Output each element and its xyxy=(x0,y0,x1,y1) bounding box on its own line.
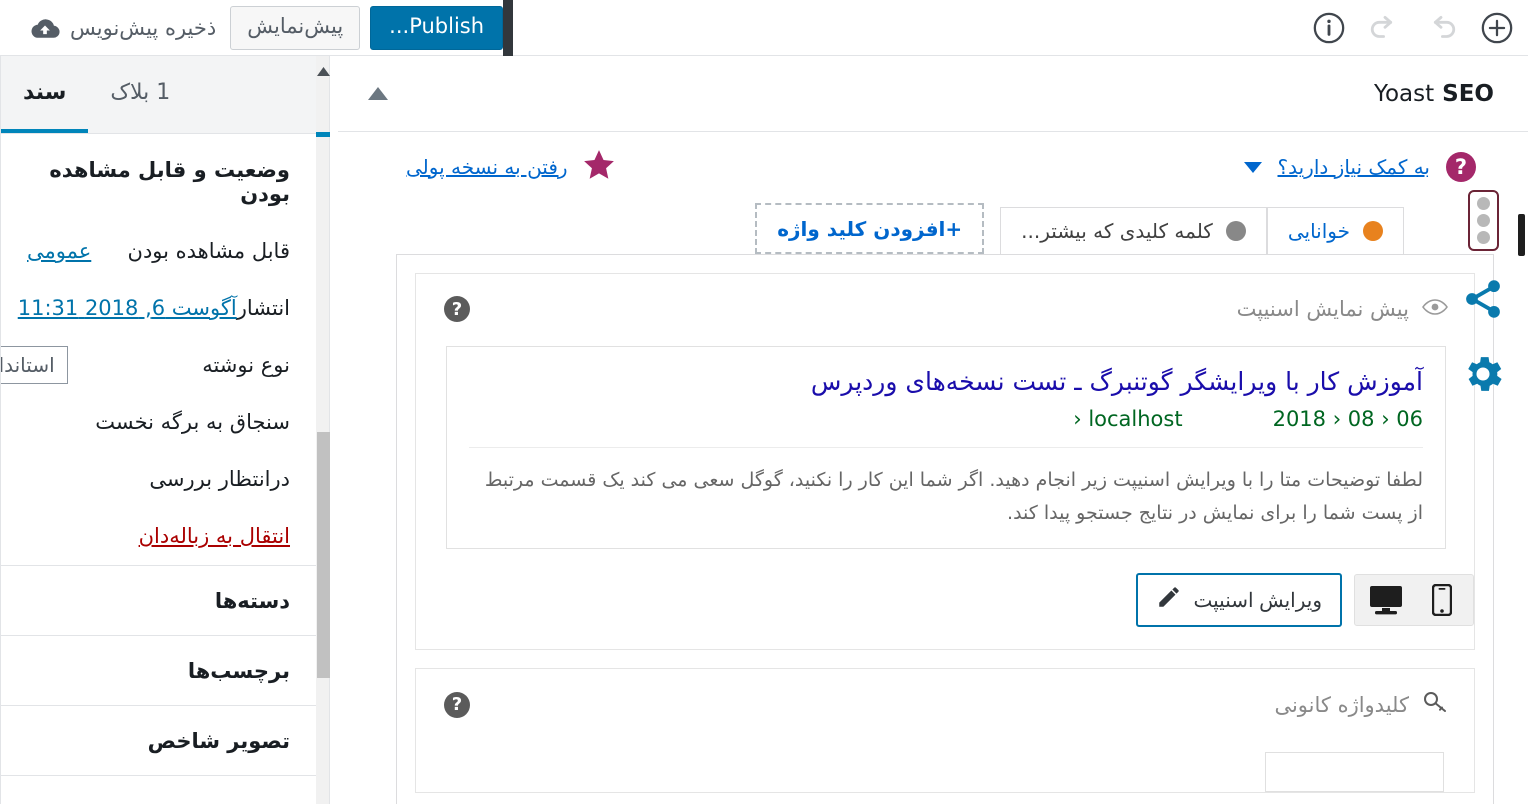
sidebar-tab-block[interactable]: 1 بلاک xyxy=(88,56,192,133)
yoast-analysis-card: پیش نمایش اسنیپت ? آموزش کار با ویرایشگر… xyxy=(396,254,1494,804)
snippet-title[interactable]: آموزش کار با ویرایشگر گوتنبرگ ـ تست نسخه… xyxy=(469,365,1423,399)
snippet-help-icon[interactable]: ? xyxy=(444,296,470,322)
edit-snippet-button[interactable]: ویرایش اسنیپت xyxy=(1135,573,1342,628)
gear-icon[interactable] xyxy=(1459,351,1507,401)
row-publish-date-value[interactable]: آگوست 6, 2018 11:31 xyxy=(18,296,237,320)
save-draft-button[interactable]: ذخیره پیش‌نویس xyxy=(30,16,216,40)
panel-tags[interactable]: برچسب‌ها xyxy=(1,635,316,705)
editor-rail-strip xyxy=(503,0,514,56)
yoast-analysis-tabs: خوانایی کلمه کلیدی که بیشتر... +افزودن ک… xyxy=(396,202,1494,254)
snippet-actions: ویرایش اسنیپت xyxy=(416,549,1474,649)
snippet-description: لطفا توضیحات متا را با ویرایش اسنیپت زیر… xyxy=(469,446,1423,531)
share-icon[interactable] xyxy=(1459,277,1507,325)
help-question-icon[interactable]: ? xyxy=(1446,152,1476,182)
row-publish-date-label: انتشار xyxy=(236,295,290,320)
document-sidebar: سند 1 بلاک وضعیت و قابل مشاهده بودن قابل… xyxy=(0,56,316,804)
edit-snippet-label: ویرایش اسنیپت xyxy=(1193,589,1323,612)
row-post-format-label: نوع نوشته xyxy=(202,352,290,377)
info-icon[interactable] xyxy=(1312,11,1346,45)
row-visibility-value[interactable]: عمومی xyxy=(27,239,91,263)
row-visibility-label: قابل مشاهده بودن xyxy=(127,238,290,263)
pencil-icon xyxy=(1156,584,1182,616)
sidebar-scrollbar-thumb[interactable] xyxy=(317,432,330,678)
status-visibility-heading: وضعیت و قابل مشاهده بودن xyxy=(49,158,290,206)
row-stick-to-front-label: سنجاق به برگه نخست xyxy=(95,409,290,434)
focus-keyword-header: کلیدواژه کانونی ? xyxy=(416,669,1474,732)
traffic-light-dot-middle xyxy=(1476,214,1490,227)
sidebar-tabs: سند 1 بلاک xyxy=(1,56,316,134)
snippet-url-host: localhost ‹ xyxy=(1073,406,1183,431)
row-pending-review[interactable]: درانتظار بررسی xyxy=(1,450,316,507)
yoast-panel-body: ? به کمک نیاز دارید؟ رفتن به نسخه پولی خ… xyxy=(338,132,1528,804)
sidebar-scrollbar[interactable] xyxy=(316,56,330,804)
tab-focus-keyword[interactable]: کلمه کلیدی که بیشتر... xyxy=(1000,207,1267,254)
collapse-panel-icon[interactable] xyxy=(368,87,388,100)
move-to-trash[interactable]: انتقال به زباله‌دان xyxy=(1,507,316,565)
go-premium-link[interactable]: رفتن به نسخه پولی xyxy=(406,155,568,179)
yoast-title-seo: SEO xyxy=(1442,80,1494,107)
row-publish-date[interactable]: انتشار آگوست 6, 2018 11:31 xyxy=(1,279,316,336)
save-draft-label: ذخیره پیش‌نویس xyxy=(70,16,217,40)
need-help-group[interactable]: ? به کمک نیاز دارید؟ xyxy=(1243,152,1476,182)
post-format-select[interactable]: استاندارد xyxy=(1,345,68,384)
yoast-sidebar-rail xyxy=(1444,190,1522,401)
top-toolbar: Publish... پیش‌نمایش ذخیره پیش‌نویس xyxy=(0,0,1528,56)
focus-keyword-card: کلیدواژه کانونی ? xyxy=(415,668,1475,794)
sidebar-accent-marker xyxy=(316,132,330,137)
sidebar-bottom-divider xyxy=(1,775,316,776)
yoast-help-row: ? به کمک نیاز دارید؟ رفتن به نسخه پولی xyxy=(396,132,1494,202)
tab-focus-keyword-label: کلمه کلیدی که بیشتر... xyxy=(1021,219,1213,243)
mobile-icon[interactable] xyxy=(1419,580,1465,620)
chevron-down-icon[interactable] xyxy=(1243,161,1262,173)
focus-keyword-title-group: کلیدواژه کانونی xyxy=(1274,691,1448,718)
traffic-light-dot-top xyxy=(1476,197,1490,210)
focus-keyword-help-icon[interactable]: ? xyxy=(444,691,470,718)
focus-keyword-input[interactable] xyxy=(1265,752,1444,793)
premium-upsell-group[interactable]: رفتن به نسخه پولی xyxy=(406,148,616,186)
move-to-trash-link[interactable]: انتقال به زباله‌دان xyxy=(139,524,290,548)
star-icon xyxy=(582,148,616,186)
add-keyword-button[interactable]: +افزودن کلید واژه xyxy=(755,203,985,254)
sidebar-tab-document[interactable]: سند xyxy=(1,56,89,133)
keyword-status-dot-icon xyxy=(1225,221,1246,241)
need-help-link[interactable]: به کمک نیاز دارید؟ xyxy=(1278,155,1431,179)
yoast-seo-panel: Yoast SEO ? به کمک نیاز دارید؟ رفتن به ن… xyxy=(338,56,1528,804)
panel-categories[interactable]: دسته‌ها xyxy=(1,565,316,635)
row-post-format[interactable]: نوع نوشته استاندارد xyxy=(1,336,316,393)
scroll-up-arrow-icon[interactable] xyxy=(316,62,330,80)
preview-button[interactable]: پیش‌نمایش xyxy=(230,6,361,50)
readability-status-dot-icon xyxy=(1363,221,1383,241)
yoast-title-word: Yoast xyxy=(1373,80,1435,107)
add-block-icon[interactable] xyxy=(1480,11,1514,45)
row-stick-to-front[interactable]: سنجاق به برگه نخست xyxy=(1,393,316,450)
publish-button[interactable]: Publish... xyxy=(370,6,504,50)
focus-keyword-label: کلیدواژه کانونی xyxy=(1274,692,1409,717)
snippet-preview-header: پیش نمایش اسنیپت ? xyxy=(416,274,1474,336)
cloud-upload-icon xyxy=(30,17,60,39)
top-toolbar-right-group xyxy=(1312,0,1514,56)
snippet-preview-card: پیش نمایش اسنیپت ? آموزش کار با ویرایشگر… xyxy=(415,273,1475,651)
panel-featured-image[interactable]: تصویر شاخص xyxy=(1,705,316,775)
tab-readability[interactable]: خوانایی xyxy=(1266,207,1404,254)
redo-icon[interactable] xyxy=(1368,11,1402,45)
desktop-icon[interactable] xyxy=(1363,580,1409,620)
traffic-light-dot-bottom xyxy=(1476,231,1490,244)
snippet-preview-title-group: پیش نمایش اسنیپت xyxy=(1237,297,1448,321)
snippet-url-date: 06 ‹ 08 ‹ 2018 xyxy=(1272,406,1423,431)
yoast-panel-header: Yoast SEO xyxy=(338,56,1528,132)
yoast-panel-title: Yoast SEO xyxy=(1374,81,1494,107)
device-preview-toggle[interactable] xyxy=(1354,574,1474,627)
magnifier-key-icon xyxy=(1422,691,1448,718)
seo-score-traffic-light-icon[interactable] xyxy=(1467,190,1499,251)
tab-readability-label: خوانایی xyxy=(1287,219,1350,243)
row-pending-review-label: درانتظار بررسی xyxy=(149,466,290,491)
top-toolbar-left-group: Publish... پیش‌نمایش ذخیره پیش‌نویس xyxy=(0,0,514,56)
undo-icon[interactable] xyxy=(1424,11,1458,45)
snippet-preview-label: پیش نمایش اسنیپت xyxy=(1236,297,1409,321)
row-visibility[interactable]: قابل مشاهده بودن عمومی xyxy=(1,222,316,279)
snippet-preview-box[interactable]: آموزش کار با ویرایشگر گوتنبرگ ـ تست نسخه… xyxy=(446,346,1446,550)
snippet-url: 06 ‹ 08 ‹ 2018 localhost ‹ xyxy=(469,407,1423,431)
